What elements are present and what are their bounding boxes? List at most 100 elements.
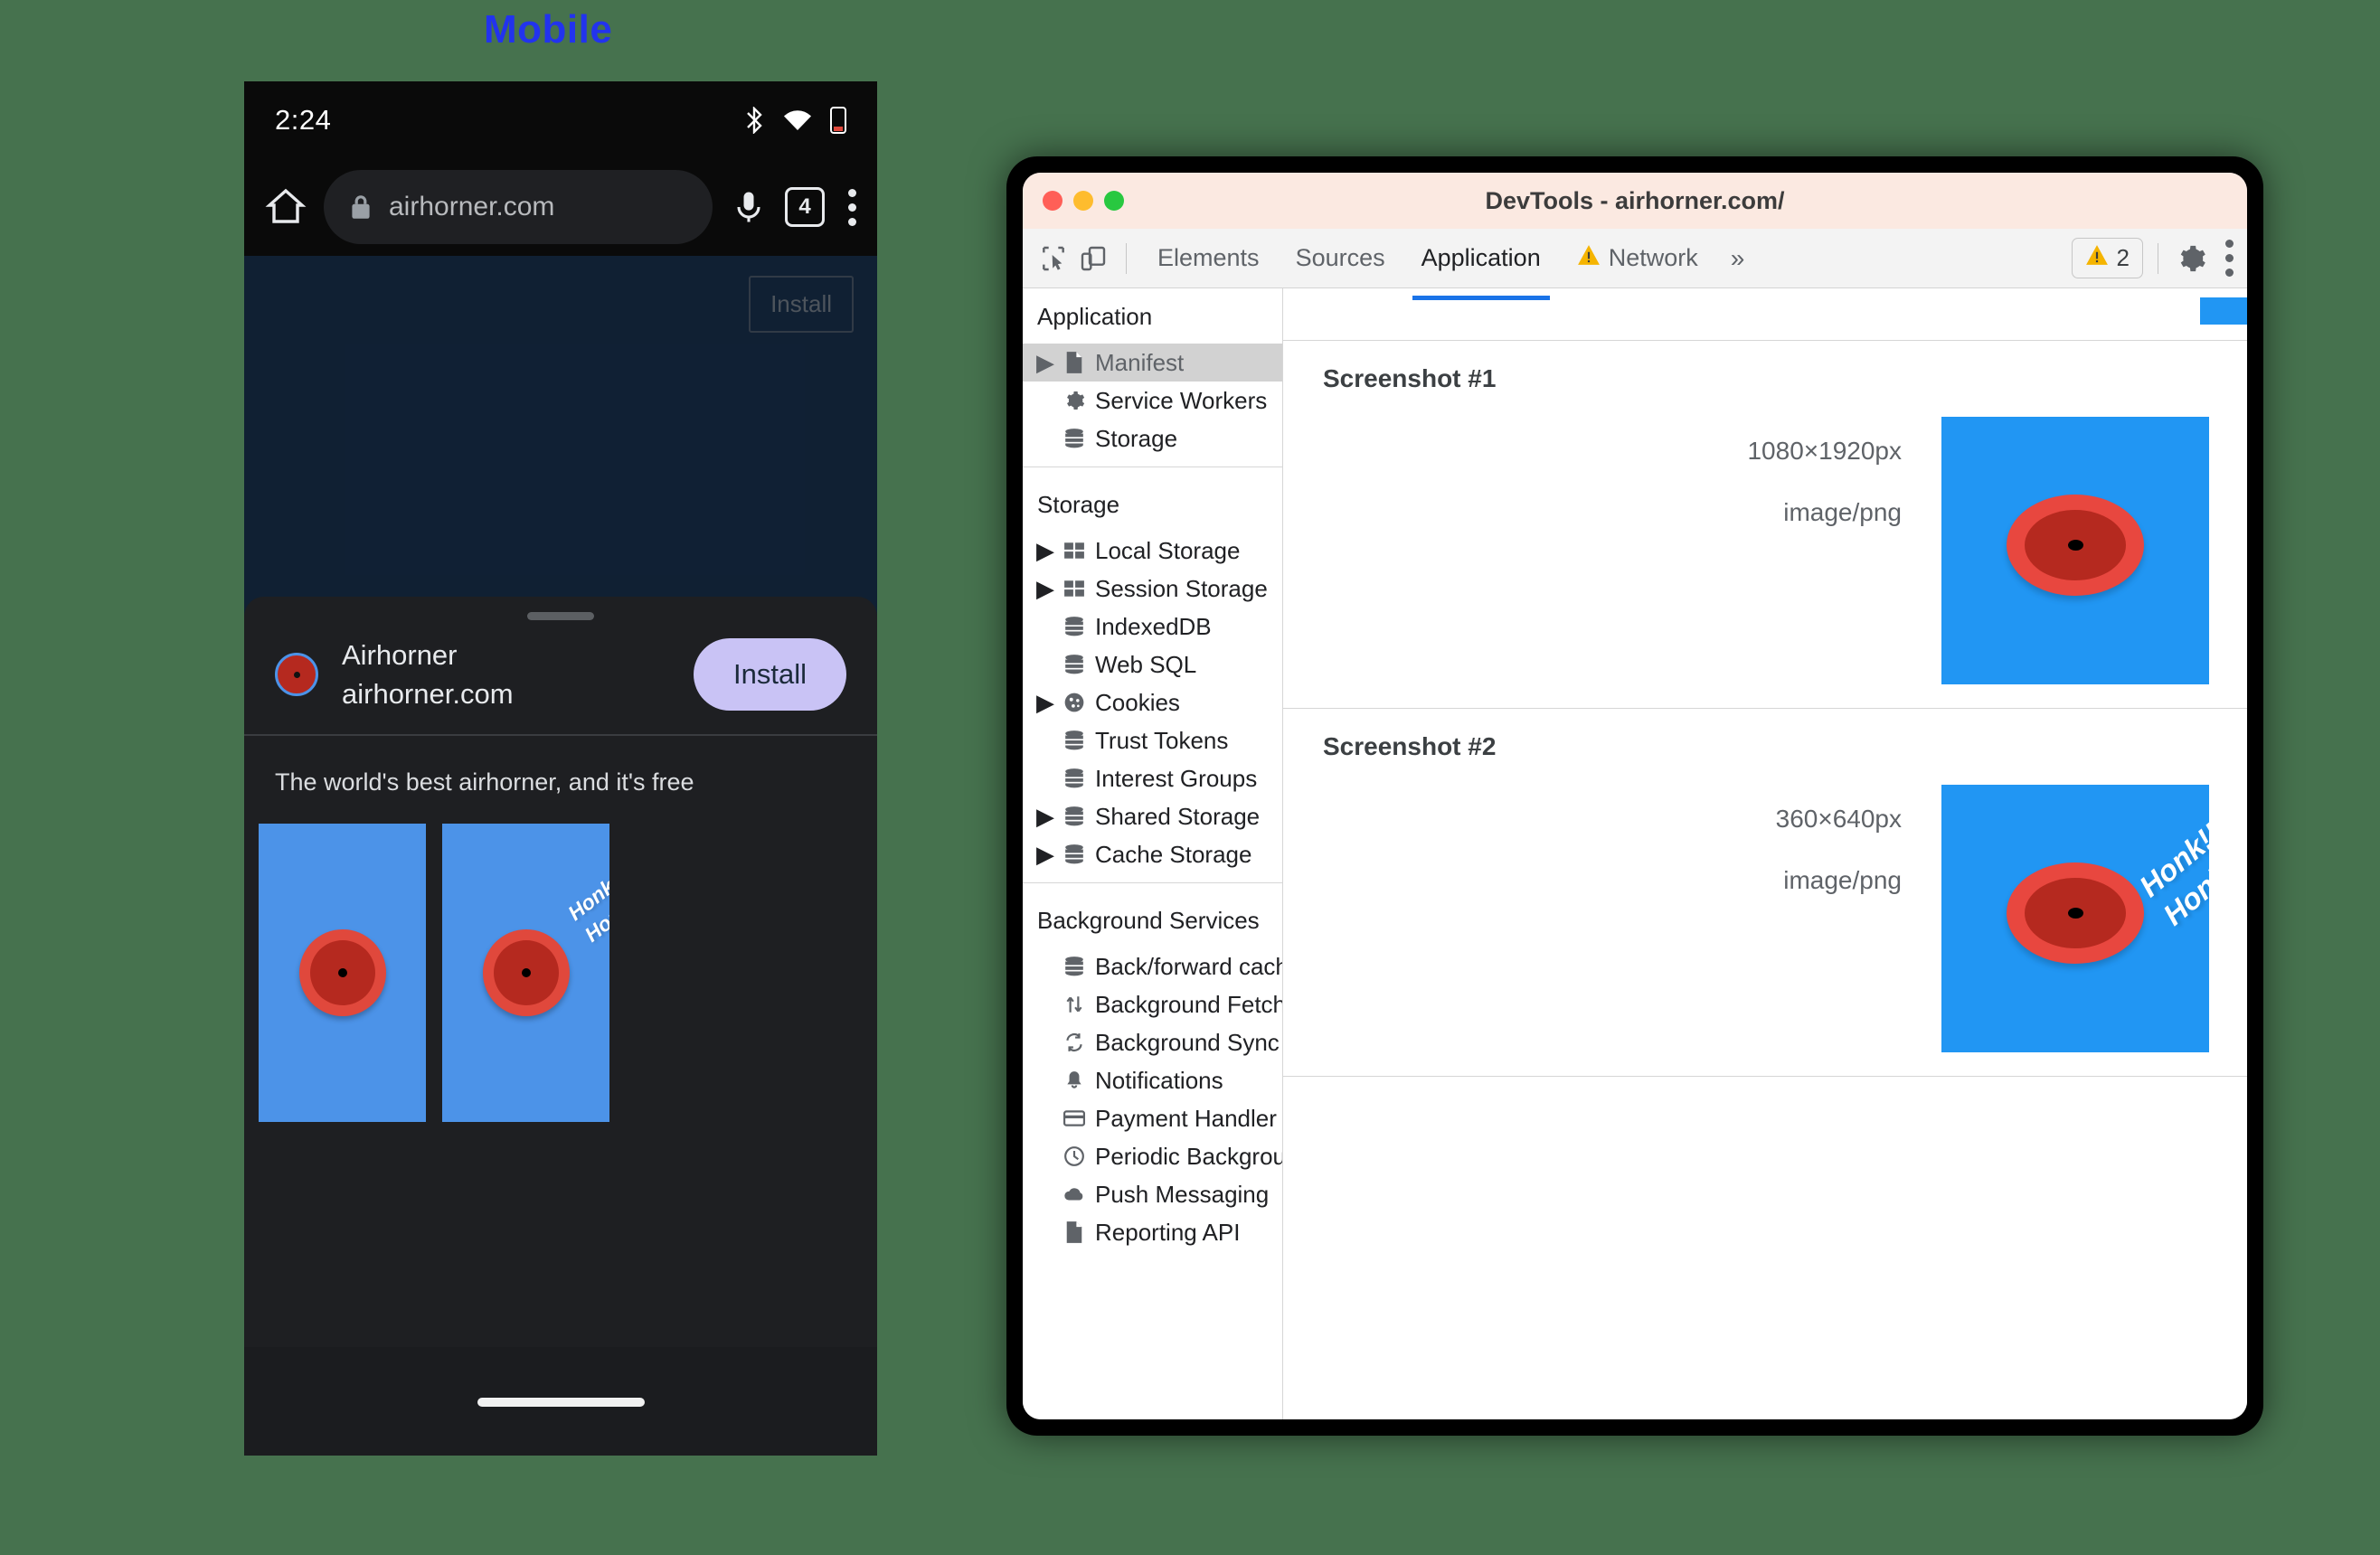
install-button[interactable]: Install — [694, 638, 846, 711]
sync-icon — [1062, 1031, 1086, 1054]
phone-mockup: 2:24 airhorner.com 4 Install Airhorner a… — [244, 81, 877, 1456]
sheet-header: Airhorner airhorner.com Install — [244, 620, 877, 734]
sidebar-item-label: Reporting API — [1095, 1218, 1241, 1246]
sidebar-item-periodic-background-sync[interactable]: ▶ Periodic Background Sync — [1023, 1137, 1282, 1175]
screenshot-preview[interactable] — [1941, 417, 2209, 684]
sidebar-item-cookies[interactable]: ▶ Cookies — [1023, 683, 1282, 721]
sidebar-item-service-workers[interactable]: ▶ Service Workers — [1023, 382, 1282, 419]
sidebar-item-label: Local Storage — [1095, 536, 1241, 564]
sidebar-item-label: Background Sync — [1095, 1028, 1280, 1056]
phone-web-viewport: Install Airhorner airhorner.com Install … — [244, 256, 877, 1347]
sheet-screenshot-2[interactable]: Honk!! Honk!! — [442, 824, 609, 1122]
chevron-right-icon[interactable]: ▶ — [1036, 349, 1054, 377]
sheet-screenshot-1[interactable] — [259, 824, 426, 1122]
sidebar-item-label: IndexedDB — [1095, 612, 1212, 640]
app-name: Airhorner — [342, 638, 458, 671]
tab-application-label: Application — [1421, 244, 1541, 271]
tab-count-button[interactable]: 4 — [785, 187, 825, 227]
sidebar-item-background-fetch[interactable]: ▶ Background Fetch — [1023, 985, 1282, 1023]
sidebar-item-back-forward-cache[interactable]: ▶ Back/forward cache — [1023, 947, 1282, 985]
devtools-window-inner: DevTools - airhorner.com/ Elements Sourc… — [1023, 173, 2247, 1419]
kebab-menu-icon[interactable] — [846, 188, 857, 226]
tab-elements[interactable]: Elements — [1141, 231, 1276, 285]
database-icon — [1062, 615, 1086, 638]
sheet-drag-handle[interactable] — [527, 612, 594, 620]
sidebar-item-shared-storage[interactable]: ▶ Shared Storage — [1023, 797, 1282, 835]
sidebar-item-label: Background Fetch — [1095, 990, 1283, 1018]
wifi-icon — [783, 109, 812, 131]
screenshot-size: 1080×1920px — [1747, 437, 1902, 465]
manifest-panel-toolbar — [1283, 288, 2247, 341]
sidebar-item-payment-handler[interactable]: ▶ Payment Handler — [1023, 1099, 1282, 1137]
sidebar-item-interest-groups[interactable]: ▶ Interest Groups — [1023, 759, 1282, 797]
sidebar-item-local-storage[interactable]: ▶ Local Storage — [1023, 532, 1282, 570]
sidebar-item-reporting-api[interactable]: ▶ Reporting API — [1023, 1213, 1282, 1251]
devtools-body: Application ▶ Manifest ▶ Service Workers… — [1023, 288, 2247, 1419]
panel-action-button[interactable] — [2200, 297, 2247, 325]
warning-count: 2 — [2116, 244, 2130, 271]
gear-icon — [1062, 389, 1086, 412]
sidebar-divider-2 — [1023, 882, 1282, 883]
tab-application[interactable]: Application — [1405, 231, 1557, 300]
gesture-pill[interactable] — [477, 1398, 645, 1407]
application-sidebar: Application ▶ Manifest ▶ Service Workers… — [1023, 288, 1283, 1419]
sheet-screenshot-list: Honk!! Honk!! — [244, 824, 877, 1122]
window-title: DevTools - airhorner.com/ — [1485, 186, 1785, 214]
airhorn-button-icon — [298, 929, 386, 1016]
document-icon — [1062, 1220, 1086, 1244]
app-avatar — [275, 653, 318, 696]
table-icon — [1062, 577, 1086, 600]
tab-network[interactable]: Network — [1561, 231, 1714, 285]
tab-network-label: Network — [1608, 244, 1698, 271]
devtools-tab-bar: Elements Sources Application Network » 2 — [1023, 229, 2247, 300]
sidebar-item-push-messaging[interactable]: ▶ Push Messaging — [1023, 1175, 1282, 1213]
inspect-element-icon[interactable] — [1035, 240, 1072, 277]
sidebar-section-application: Application — [1037, 303, 1153, 330]
sidebar-item-session-storage[interactable]: ▶ Session Storage — [1023, 570, 1282, 608]
sidebar-item-background-sync[interactable]: ▶ Background Sync — [1023, 1023, 1282, 1061]
device-toolbar-icon[interactable] — [1075, 240, 1111, 277]
warning-triangle-icon — [2085, 244, 2109, 272]
chevron-right-icon[interactable]: ▶ — [1036, 537, 1054, 565]
devtools-window: DevTools - airhorner.com/ Elements Sourc… — [1006, 156, 2263, 1436]
manifest-panel: Screenshot #1 1080×1920px image/png Scre… — [1283, 288, 2247, 1419]
sidebar-item-label: Web SQL — [1095, 650, 1197, 678]
chevron-right-icon[interactable]: ▶ — [1036, 803, 1054, 831]
tab-elements-label: Elements — [1157, 244, 1260, 271]
screenshot-metadata: 1080×1920px image/png — [1323, 417, 1902, 684]
microphone-icon[interactable] — [729, 187, 769, 227]
url-bar[interactable]: airhorner.com — [324, 170, 713, 244]
app-host: airhorner.com — [342, 677, 514, 710]
sidebar-item-label: Storage — [1095, 424, 1178, 452]
sidebar-item-storage[interactable]: ▶ Storage — [1023, 419, 1282, 457]
sidebar-item-indexeddb[interactable]: ▶ IndexedDB — [1023, 608, 1282, 646]
screenshot-size: 360×640px — [1775, 805, 1902, 833]
sidebar-item-notifications[interactable]: ▶ Notifications — [1023, 1061, 1282, 1099]
chevron-right-icon[interactable]: ▶ — [1036, 689, 1054, 717]
sidebar-item-trust-tokens[interactable]: ▶ Trust Tokens — [1023, 721, 1282, 759]
airhorn-button-icon — [2007, 495, 2144, 597]
sidebar-item-web-sql[interactable]: ▶ Web SQL — [1023, 646, 1282, 683]
sidebar-item-label: Back/forward cache — [1095, 952, 1283, 980]
sidebar-item-label: Push Messaging — [1095, 1180, 1270, 1208]
screenshot-preview[interactable]: Honk!! Honk!! — [1941, 785, 2209, 1052]
sidebar-item-cache-storage[interactable]: ▶ Cache Storage — [1023, 835, 1282, 873]
sidebar-item-manifest[interactable]: ▶ Manifest — [1023, 344, 1282, 382]
sidebar-item-label: Periodic Background Sync — [1095, 1142, 1282, 1170]
tab-sources[interactable]: Sources — [1280, 231, 1402, 285]
kebab-menu-icon[interactable] — [2224, 240, 2234, 277]
home-icon[interactable] — [264, 185, 307, 229]
chevron-right-icon[interactable]: ▶ — [1036, 841, 1054, 869]
airhorn-button-icon — [2007, 862, 2144, 965]
sidebar-item-label: Interest Groups — [1095, 764, 1258, 792]
gear-icon[interactable] — [2173, 240, 2209, 277]
credit-card-icon — [1062, 1107, 1086, 1130]
chevron-double-right-icon[interactable]: » — [1718, 244, 1758, 273]
screenshot-row: 1080×1920px image/png — [1283, 417, 2247, 684]
phone-status-bar: 2:24 — [244, 81, 877, 158]
chevron-right-icon[interactable]: ▶ — [1036, 575, 1054, 603]
devtools-title-bar: DevTools - airhorner.com/ — [1023, 173, 2247, 229]
warning-count-badge[interactable]: 2 — [2071, 238, 2143, 278]
screenshot-metadata: 360×640px image/png — [1323, 785, 1902, 1052]
phone-browser-toolbar: airhorner.com 4 — [244, 158, 877, 256]
